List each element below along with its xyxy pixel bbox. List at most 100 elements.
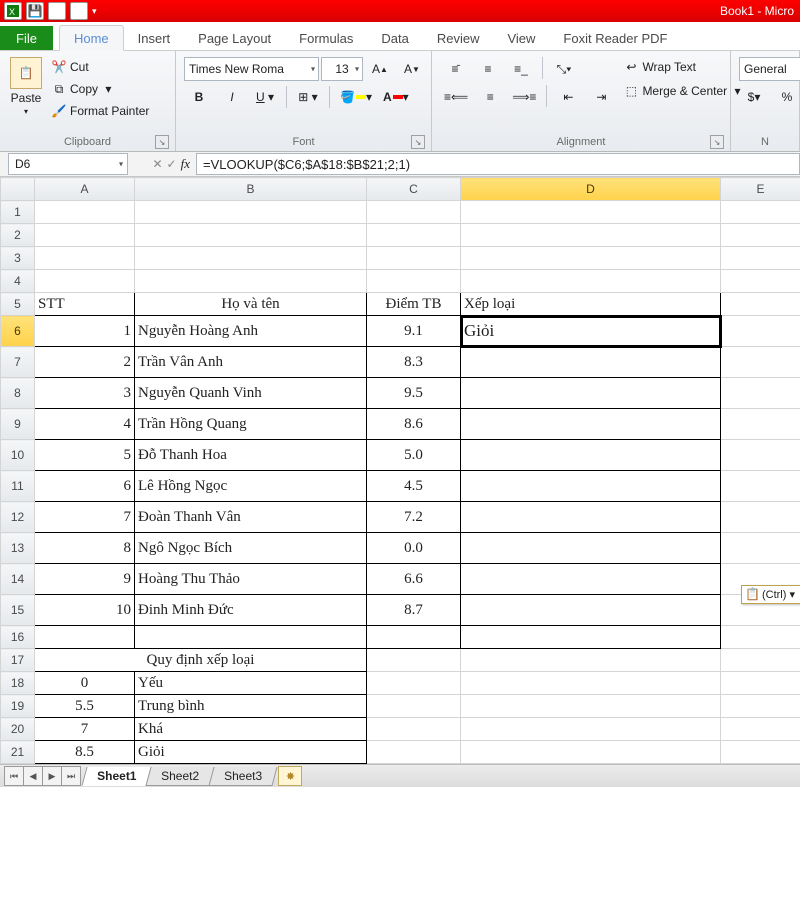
dialog-launcher-icon[interactable]: ↘ bbox=[710, 135, 724, 149]
cell[interactable] bbox=[35, 247, 135, 270]
row-header[interactable]: 12 bbox=[1, 502, 35, 533]
row-header[interactable]: 15 bbox=[1, 595, 35, 626]
cell[interactable]: 10 bbox=[35, 595, 135, 626]
cell[interactable] bbox=[721, 293, 800, 316]
col-header-E[interactable]: E bbox=[721, 178, 800, 201]
dialog-launcher-icon[interactable]: ↘ bbox=[155, 135, 169, 149]
excel-icon[interactable]: X bbox=[4, 2, 22, 20]
align-right-button[interactable]: ⟹≡ bbox=[508, 85, 540, 109]
row-header[interactable]: 7 bbox=[1, 347, 35, 378]
borders-button[interactable]: ⊞ ▾ bbox=[293, 85, 323, 109]
cell[interactable]: 0 bbox=[35, 672, 135, 695]
merge-center-button[interactable]: ⬚ Merge & Center ▾ bbox=[624, 81, 740, 101]
cell[interactable] bbox=[461, 270, 721, 293]
cell[interactable] bbox=[461, 471, 721, 502]
font-color-button[interactable]: A▾ bbox=[379, 85, 413, 109]
tab-view[interactable]: View bbox=[493, 26, 549, 50]
new-sheet-button[interactable]: ✸ bbox=[278, 766, 302, 786]
tab-insert[interactable]: Insert bbox=[124, 26, 185, 50]
sheet-tab-1[interactable]: Sheet1 bbox=[81, 767, 151, 786]
cell[interactable] bbox=[135, 270, 367, 293]
cell[interactable]: Xếp loại bbox=[461, 293, 721, 316]
cancel-formula-icon[interactable]: ✕ bbox=[152, 157, 162, 171]
sheet-tab-3[interactable]: Sheet3 bbox=[209, 767, 278, 786]
row-header[interactable]: 17 bbox=[1, 649, 35, 672]
cell[interactable]: 7 bbox=[35, 502, 135, 533]
cell[interactable]: 4 bbox=[35, 409, 135, 440]
dialog-launcher-icon[interactable]: ↘ bbox=[411, 135, 425, 149]
col-header-A[interactable]: A bbox=[35, 178, 135, 201]
cell[interactable]: Hoàng Thu Thảo bbox=[135, 564, 367, 595]
cell[interactable]: Đinh Minh Đức bbox=[135, 595, 367, 626]
active-cell[interactable]: Giỏi bbox=[461, 316, 721, 347]
file-tab[interactable]: File bbox=[0, 26, 53, 50]
wrap-text-button[interactable]: ↩ Wrap Text bbox=[624, 57, 740, 77]
row-header[interactable]: 3 bbox=[1, 247, 35, 270]
cell[interactable] bbox=[461, 533, 721, 564]
cell[interactable] bbox=[721, 626, 800, 649]
paste-button[interactable]: 📋 Paste ▾ bbox=[4, 53, 48, 134]
cell[interactable] bbox=[461, 347, 721, 378]
cell[interactable]: 5.0 bbox=[367, 440, 461, 471]
cell[interactable]: Họ và tên bbox=[135, 293, 367, 316]
cell[interactable] bbox=[461, 695, 721, 718]
cell[interactable] bbox=[721, 533, 800, 564]
cell[interactable] bbox=[461, 595, 721, 626]
cell[interactable]: 2 bbox=[35, 347, 135, 378]
cell[interactable] bbox=[721, 247, 800, 270]
accounting-format-button[interactable]: $▾ bbox=[739, 85, 769, 109]
cell[interactable]: Ngô Ngọc Bích bbox=[135, 533, 367, 564]
cell[interactable]: 9.5 bbox=[367, 378, 461, 409]
cell[interactable] bbox=[461, 224, 721, 247]
decrease-font-icon[interactable]: A▼ bbox=[397, 57, 427, 81]
row-header[interactable]: 2 bbox=[1, 224, 35, 247]
increase-indent-button[interactable]: ⇥ bbox=[586, 85, 616, 109]
cell[interactable] bbox=[461, 502, 721, 533]
cell[interactable]: 8 bbox=[35, 533, 135, 564]
cell[interactable] bbox=[721, 741, 800, 764]
row-header[interactable]: 16 bbox=[1, 626, 35, 649]
row-header[interactable]: 13 bbox=[1, 533, 35, 564]
tab-page-layout[interactable]: Page Layout bbox=[184, 26, 285, 50]
align-center-button[interactable]: ≡ bbox=[475, 85, 505, 109]
cell[interactable]: Quy định xếp loại bbox=[35, 649, 367, 672]
cell[interactable] bbox=[461, 626, 721, 649]
cell[interactable] bbox=[721, 718, 800, 741]
cell[interactable]: STT bbox=[35, 293, 135, 316]
cell[interactable] bbox=[367, 695, 461, 718]
align-middle-button[interactable]: ≡ bbox=[473, 57, 503, 81]
cell[interactable]: 9 bbox=[35, 564, 135, 595]
cell[interactable]: Điểm TB bbox=[367, 293, 461, 316]
cell[interactable] bbox=[135, 626, 367, 649]
cell[interactable]: 8.6 bbox=[367, 409, 461, 440]
bold-button[interactable]: B bbox=[184, 85, 214, 109]
cell[interactable] bbox=[367, 672, 461, 695]
cell[interactable]: Nguyễn Quanh Vinh bbox=[135, 378, 367, 409]
cell[interactable]: Đỗ Thanh Hoa bbox=[135, 440, 367, 471]
cell[interactable] bbox=[461, 440, 721, 471]
cell[interactable] bbox=[35, 201, 135, 224]
last-sheet-button[interactable]: ⏭ bbox=[61, 766, 81, 786]
cell[interactable]: 8.3 bbox=[367, 347, 461, 378]
increase-font-icon[interactable]: A▲ bbox=[365, 57, 395, 81]
col-header-C[interactable]: C bbox=[367, 178, 461, 201]
cell[interactable] bbox=[367, 270, 461, 293]
underline-button[interactable]: U ▾ bbox=[250, 85, 280, 109]
save-icon[interactable]: 💾 bbox=[26, 2, 44, 20]
cell[interactable] bbox=[461, 718, 721, 741]
cell[interactable] bbox=[35, 270, 135, 293]
cell[interactable] bbox=[367, 626, 461, 649]
cell[interactable]: Trần Hồng Quang bbox=[135, 409, 367, 440]
cell[interactable] bbox=[135, 201, 367, 224]
cell[interactable]: 7 bbox=[35, 718, 135, 741]
cell[interactable]: 0.0 bbox=[367, 533, 461, 564]
paste-options-button[interactable]: (Ctrl) ▾ bbox=[741, 585, 800, 604]
font-name-select[interactable]: Times New Roma ▾ bbox=[184, 57, 319, 81]
cell[interactable] bbox=[35, 626, 135, 649]
cell[interactable] bbox=[721, 378, 800, 409]
cell[interactable]: 9.1 bbox=[367, 316, 461, 347]
cell[interactable] bbox=[721, 440, 800, 471]
cell[interactable] bbox=[721, 409, 800, 440]
cell[interactable]: Giỏi bbox=[135, 741, 367, 764]
cell[interactable] bbox=[367, 718, 461, 741]
